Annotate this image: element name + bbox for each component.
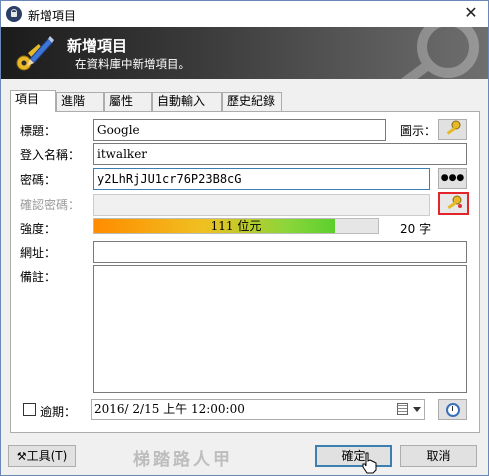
expiry-date-value: 2016/ 2/15 上午 12:00:00 bbox=[94, 402, 245, 416]
entry-panel: 標題： Google 圖示： 登入名稱： itwalker 密碼： y2LhRj… bbox=[10, 111, 480, 433]
expiry-label: 逾期： bbox=[40, 405, 77, 419]
dialog-window: 新增項目 ✕ 新增項目 在資料庫中新增項目。 項目 進階 屬性 自動輸入 歷史紀… bbox=[0, 0, 489, 476]
confirm-password-label: 確認密碼： bbox=[20, 198, 81, 212]
close-button[interactable]: ✕ bbox=[460, 3, 482, 23]
url-label: 網址： bbox=[20, 246, 57, 260]
username-input[interactable]: itwalker bbox=[93, 143, 467, 165]
url-input[interactable] bbox=[93, 241, 467, 263]
expiry-date-picker[interactable]: 2016/ 2/15 上午 12:00:00 bbox=[91, 399, 425, 420]
entry-key-pen-icon bbox=[16, 36, 54, 71]
icon-label: 圖示： bbox=[400, 124, 437, 138]
notes-textarea[interactable] bbox=[93, 265, 467, 393]
strength-label: 強度： bbox=[20, 222, 57, 236]
username-label: 登入名稱： bbox=[20, 148, 81, 162]
password-generator-button[interactable] bbox=[438, 192, 469, 215]
ok-button[interactable]: 確定 bbox=[315, 445, 392, 467]
tab-advanced[interactable]: 進階 bbox=[56, 92, 104, 111]
key-generator-icon bbox=[447, 195, 462, 210]
cancel-button[interactable]: 取消 bbox=[400, 445, 477, 467]
calendar-icon[interactable] bbox=[397, 403, 408, 415]
tab-properties[interactable]: 屬性 bbox=[104, 92, 152, 111]
icon-picker-button[interactable] bbox=[438, 119, 467, 140]
confirm-password-input[interactable] bbox=[93, 194, 430, 216]
tab-history[interactable]: 歷史紀錄 bbox=[222, 92, 282, 111]
lock-icon bbox=[6, 6, 22, 22]
wrench-icon: ⚒ bbox=[16, 450, 27, 463]
password-input[interactable]: y2LhRjJU1cr76P23B8cG bbox=[93, 168, 430, 190]
char-count: 20 字 bbox=[400, 222, 432, 236]
password-strength-bar: 111 位元 bbox=[93, 218, 379, 234]
tab-auto-type[interactable]: 自動輸入 bbox=[152, 92, 222, 111]
title-label: 標題： bbox=[20, 124, 57, 138]
tools-button[interactable]: ⚒工具(T) bbox=[8, 445, 76, 467]
show-password-button[interactable]: ●●● bbox=[438, 168, 467, 189]
title-bar: 新增項目 ✕ bbox=[1, 1, 488, 27]
notes-label: 備註： bbox=[20, 270, 57, 284]
title-input[interactable]: Google bbox=[93, 119, 386, 141]
key-watermark-icon bbox=[400, 27, 479, 79]
watermark-text: 梯踏路人甲 bbox=[133, 450, 233, 470]
header-banner: 新增項目 在資料庫中新增項目。 bbox=[1, 27, 488, 79]
banner-subtitle: 在資料庫中新增項目。 bbox=[75, 57, 190, 71]
expiry-checkbox[interactable] bbox=[23, 403, 36, 416]
password-label: 密碼： bbox=[20, 173, 57, 187]
tab-entry[interactable]: 項目 bbox=[10, 90, 56, 112]
strength-bits-text: 111 位元 bbox=[210, 219, 262, 233]
tools-label: 工具(T) bbox=[26, 449, 68, 463]
clock-icon bbox=[446, 403, 460, 417]
expiry-presets-button[interactable] bbox=[438, 399, 467, 420]
banner-title: 新增項目 bbox=[67, 37, 128, 55]
key-icon bbox=[446, 120, 460, 135]
chevron-down-icon[interactable] bbox=[413, 407, 421, 412]
window-title: 新增項目 bbox=[28, 9, 77, 23]
hand-cursor-icon bbox=[362, 452, 377, 474]
